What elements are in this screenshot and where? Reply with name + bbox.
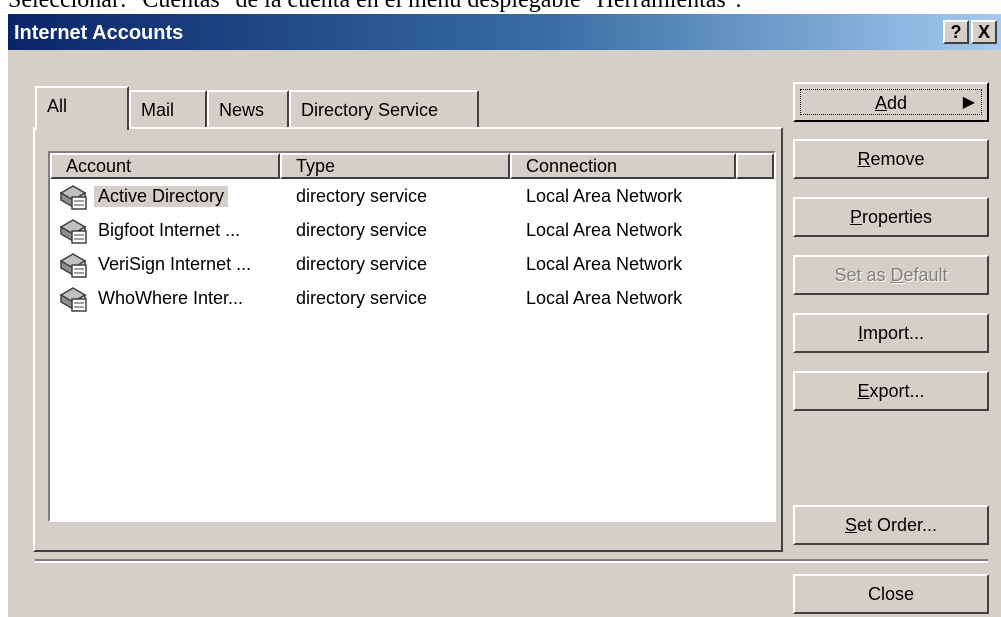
account-connection: Local Area Network — [526, 220, 683, 240]
close-window-button[interactable]: X — [971, 20, 997, 44]
account-name: Active Directory — [94, 186, 229, 207]
set-default-accelerator: D — [890, 265, 904, 285]
window-title: Internet Accounts — [14, 22, 184, 44]
column-header-filler — [736, 153, 774, 179]
add-button[interactable]: Add ▶ — [793, 82, 989, 122]
column-header-account[interactable]: Account — [50, 153, 280, 179]
separator-line — [35, 559, 988, 563]
tab-all-label: All — [47, 96, 68, 116]
tab-mail-label: Mail — [141, 100, 175, 120]
internet-accounts-dialog: Internet Accounts ? X All Mail News Dire… — [8, 14, 1001, 617]
accounts-list[interactable]: Account Type Connection Active Directory… — [48, 151, 776, 522]
add-focus-rect: Add ▶ — [800, 89, 982, 115]
set-as-default-button[interactable]: Set as Default — [793, 255, 989, 295]
account-type: directory service — [296, 186, 428, 206]
set-order-accelerator: S — [844, 515, 857, 535]
remove-button[interactable]: Remove — [793, 139, 989, 179]
account-name: VeriSign Internet ... — [98, 254, 252, 274]
account-connection: Local Area Network — [526, 288, 683, 308]
tab-mail[interactable]: Mail — [129, 90, 207, 130]
directory-service-icon — [59, 287, 87, 312]
column-header-type[interactable]: Type — [280, 153, 510, 179]
account-type: directory service — [296, 288, 428, 308]
list-item[interactable]: VeriSign Internet ... directory service … — [50, 249, 774, 283]
tab-news[interactable]: News — [207, 90, 289, 130]
column-header-connection[interactable]: Connection — [510, 153, 736, 179]
properties-button[interactable]: Properties — [793, 197, 989, 237]
account-connection: Local Area Network — [526, 254, 683, 274]
tab-directory-service[interactable]: Directory Service — [289, 90, 479, 130]
remove-accelerator: R — [857, 149, 871, 169]
account-connection: Local Area Network — [526, 186, 683, 206]
list-item[interactable]: Active Directory directory service Local… — [50, 181, 774, 215]
tab-news-label: News — [219, 100, 265, 120]
export-accelerator: E — [857, 381, 870, 401]
account-type: directory service — [296, 220, 428, 240]
directory-service-icon — [59, 185, 87, 210]
directory-service-icon — [59, 253, 87, 278]
background-caption: Seleccionar: "Cuentas" de la cuenta en e… — [8, 0, 742, 13]
tab-directory-service-label: Directory Service — [301, 100, 439, 120]
directory-service-icon — [59, 219, 87, 244]
account-name: Bigfoot Internet ... — [98, 220, 241, 240]
export-button[interactable]: Export... — [793, 371, 989, 411]
close-button[interactable]: Close — [793, 574, 989, 614]
list-item[interactable]: WhoWhere Inter... directory service Loca… — [50, 283, 774, 317]
title-bar[interactable]: Internet Accounts ? X — [8, 14, 1001, 50]
account-type: directory service — [296, 254, 428, 274]
help-button[interactable]: ? — [943, 20, 969, 44]
submenu-arrow-icon: ▶ — [962, 94, 975, 111]
list-item[interactable]: Bigfoot Internet ... directory service L… — [50, 215, 774, 249]
set-order-button[interactable]: Set Order... — [793, 505, 989, 545]
tab-all[interactable]: All — [35, 86, 129, 130]
properties-accelerator: P — [849, 207, 862, 227]
import-button[interactable]: Import... — [793, 313, 989, 353]
account-name: WhoWhere Inter... — [98, 288, 244, 308]
add-accelerator: A — [874, 93, 887, 113]
